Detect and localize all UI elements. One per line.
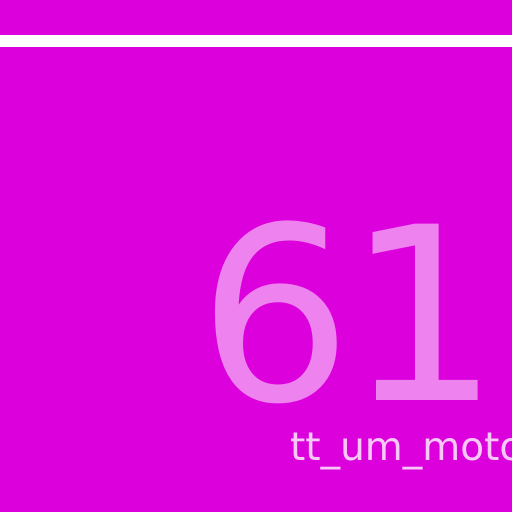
design-name-label: tt_um_motor <box>290 425 512 470</box>
counter-value: 615 <box>198 176 512 458</box>
display-screen: 615 tt_um_motor <box>0 0 512 512</box>
header-divider <box>0 35 512 47</box>
